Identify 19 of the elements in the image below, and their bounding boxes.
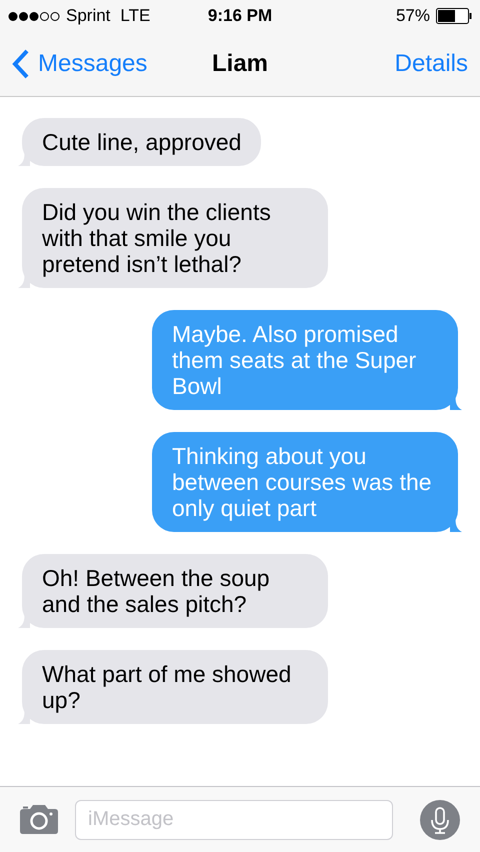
message-bubble: Thinking about you between courses was the only quiet part [152,432,458,532]
status-time: 9:16 PM [208,5,272,28]
camera-icon[interactable] [20,805,58,834]
message-bubble: Maybe. Also promised them seats at the Super Bowl [152,310,458,410]
battery-percentage: 57% [396,5,430,28]
back-chevron-icon [12,49,30,79]
message-bubble: Cute line, approved [22,118,262,166]
back-button[interactable]: Messages [12,46,148,82]
signal-icon [8,10,60,22]
message-bubble: Oh! Between the soup and the sales pitch? [22,554,328,628]
message-input-field[interactable]: iMessage [75,800,393,840]
carrier-name: Sprint [66,5,110,28]
battery-icon [436,8,472,24]
conversation-title: Liam [212,49,268,79]
network-type: LTE [120,5,150,28]
message-bubble: What part of me showed up? [22,650,328,724]
microphone-icon[interactable] [420,800,460,840]
message-bubble: Did you win the clients with that smile you pretend isn’t lethal? [22,188,328,288]
details-button[interactable]: Details [394,46,468,82]
